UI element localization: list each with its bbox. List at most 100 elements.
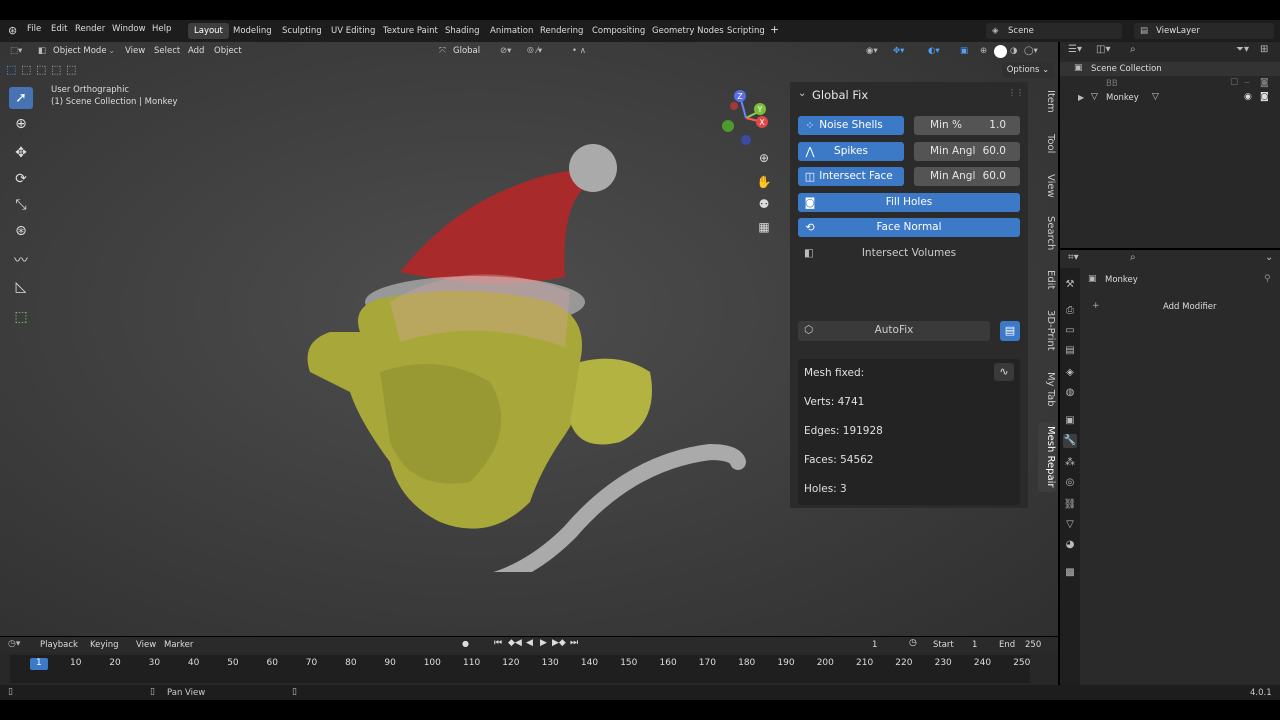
3d-viewport[interactable]: ⬚▾ ◧ Object Mode ⌄ View Select Add Objec… [0, 42, 1058, 636]
physics-tab-icon[interactable]: ◎ [1063, 476, 1077, 490]
render-tab-icon[interactable]: ⎙ [1063, 304, 1077, 318]
xray-icon[interactable]: ▣ [960, 46, 968, 56]
tab-geometry-nodes[interactable]: Geometry Nodes [646, 23, 730, 39]
autofix-button[interactable]: ⬡ AutoFix [798, 321, 990, 341]
jump-start-icon[interactable]: ⏮ [494, 638, 502, 648]
vtab-view[interactable]: View [1038, 174, 1056, 198]
shading-solid-icon[interactable] [994, 45, 1007, 58]
new-collection-icon[interactable]: ⊞ [1260, 44, 1268, 55]
overlays-icon[interactable]: ◐▾ [928, 46, 940, 56]
pivot-icon[interactable]: ⊘▾ [500, 46, 511, 56]
snap-icon[interactable]: ⦾ ⁄▾ [527, 46, 542, 56]
vtab-3d-print[interactable]: 3D-Print [1038, 310, 1056, 351]
face-normal-button[interactable]: ⟲ Face Normal [798, 218, 1020, 237]
eye-icon[interactable]: ◉ [1244, 92, 1252, 102]
vtab-tool[interactable]: Tool [1038, 134, 1056, 153]
collection-tab-icon[interactable]: ▣ [1063, 414, 1077, 428]
timeline-editor-icon[interactable]: ◷▾ [8, 639, 20, 649]
select-intersect-icon[interactable]: ⬚ [66, 63, 76, 76]
intersect-volumes-button[interactable]: ◧ Intersect Volumes [798, 244, 1020, 263]
notes-icon[interactable]: ▤ [1000, 321, 1020, 341]
zoom-icon[interactable]: ⊕ [753, 148, 775, 168]
properties-editor-icon[interactable]: ⌗▾ [1068, 252, 1079, 263]
play-reverse-icon[interactable]: ◀ [526, 638, 533, 648]
vtab-search[interactable]: Search [1038, 216, 1056, 250]
shading-wireframe-icon[interactable]: ⊕ [980, 46, 987, 56]
camera-icon[interactable]: ⚉ [753, 194, 775, 214]
playback-menu[interactable]: Playback [40, 640, 78, 650]
menu-object[interactable]: Object [214, 46, 242, 56]
tab-rendering[interactable]: Rendering [534, 23, 589, 39]
tab-compositing[interactable]: Compositing [586, 23, 651, 39]
intersect-angle-field[interactable]: Min Angl 60.0 [914, 167, 1020, 186]
menu-add[interactable]: Add [188, 46, 204, 56]
tab-sculpting[interactable]: Sculpting [276, 23, 328, 39]
orientation-dropdown[interactable]: Global [453, 46, 480, 56]
pan-hand-icon[interactable]: ✋ [753, 172, 775, 192]
proportional-edit-icon[interactable]: • ∧ [572, 46, 586, 56]
particles-tab-icon[interactable]: ⁂ [1063, 456, 1077, 470]
vtab-item[interactable]: Item [1038, 90, 1056, 113]
end-value-field[interactable]: 250 [1025, 640, 1041, 650]
timeline-track[interactable] [10, 655, 1030, 683]
spikes-angle-field[interactable]: Min Angl 60.0 [914, 142, 1020, 161]
editor-type-icon[interactable]: ⬚▾ [10, 46, 22, 56]
add-modifier-button[interactable]: + Add Modifier [1086, 300, 1274, 316]
shading-material-icon[interactable]: ◑ [1010, 46, 1017, 56]
search-icon[interactable]: ⌕ [1130, 44, 1136, 55]
select-box-icon[interactable]: ⬚ [6, 63, 16, 76]
navigation-gizmo[interactable]: Z Y X [718, 88, 774, 146]
add-workspace-icon[interactable]: + [770, 23, 779, 36]
monkey-model-illustration[interactable] [290, 102, 750, 572]
outliner-row-bb[interactable]: BB ☐ ⌣ ◙ [1060, 78, 1280, 92]
record-icon[interactable]: ● [462, 639, 469, 648]
material-tab-icon[interactable]: ◕ [1063, 538, 1077, 552]
cursor-tool-button[interactable]: ⊕ [9, 113, 33, 135]
noise-shells-button[interactable]: ⁘ Noise Shells [798, 116, 904, 135]
menu-help[interactable]: Help [152, 24, 171, 34]
options-dropdown[interactable]: Options ⌄ [1002, 62, 1054, 78]
shading-rendered-icon[interactable]: ◯▾ [1024, 46, 1038, 56]
filter-icon[interactable]: ⏷▾ [1236, 44, 1249, 55]
noise-min-field[interactable]: Min % 1.0 [914, 116, 1020, 135]
blender-logo-icon[interactable]: ⊛ [8, 24, 17, 37]
vtab-mesh-repair[interactable]: Mesh Repair [1038, 422, 1056, 492]
next-keyframe-icon[interactable]: ▶◆ [552, 638, 566, 648]
marker-menu[interactable]: Marker [164, 640, 193, 650]
menu-view[interactable]: View [125, 46, 145, 56]
annotate-tool-button[interactable]: 〰 [9, 250, 33, 272]
outliner-row-monkey[interactable]: ▶ ▽ Monkey ▽ ◉ ◙ [1060, 92, 1280, 106]
menu-edit[interactable]: Edit [51, 24, 67, 34]
measure-tool-button[interactable]: ◺ [9, 276, 33, 298]
transform-tool-button[interactable]: ⊛ [9, 220, 33, 242]
checkbox-icon[interactable]: ☐ [1230, 78, 1238, 88]
tab-scripting[interactable]: Scripting [721, 23, 771, 39]
texture-tab-icon[interactable]: ▩ [1063, 566, 1077, 580]
object-mode-dropdown[interactable]: Object Mode [53, 46, 107, 56]
collapse-chevron-icon[interactable]: ⌄ [798, 88, 806, 99]
scene-tab-icon[interactable]: ◈ [1063, 366, 1077, 380]
properties-chevron-icon[interactable]: ⌄ [1265, 252, 1273, 263]
select-tool-button[interactable]: ➚ [9, 87, 33, 109]
clock-icon[interactable]: ◷ [909, 638, 917, 648]
modifier-tab-icon[interactable]: 🔧 [1063, 434, 1077, 448]
menu-file[interactable]: File [27, 24, 41, 34]
drag-handle-icon[interactable]: ⋮⋮ [1008, 88, 1024, 97]
display-mode-icon[interactable]: ◫▾ [1096, 44, 1110, 55]
gizmo-toggle-icon[interactable]: ✥▾ [893, 46, 904, 56]
tab-animation[interactable]: Animation [484, 23, 539, 39]
expand-arrow-icon[interactable]: ▶ [1078, 93, 1084, 102]
move-tool-button[interactable]: ✥ [9, 142, 33, 164]
timeline-view-menu[interactable]: View [136, 640, 156, 650]
menu-render[interactable]: Render [75, 24, 105, 34]
tool-tab-icon[interactable]: ⚒ [1063, 278, 1077, 292]
view-layer-selector[interactable]: ▤ ViewLayer [1134, 23, 1274, 39]
visibility-icon[interactable]: ◉▾ [866, 46, 878, 56]
vtab-my-tab[interactable]: My Tab [1038, 372, 1056, 407]
prev-keyframe-icon[interactable]: ◆◀ [508, 638, 522, 648]
world-tab-icon[interactable]: ◍ [1063, 386, 1077, 400]
select-invert-icon[interactable]: ⬚ [51, 63, 61, 76]
tab-shading[interactable]: Shading [439, 23, 486, 39]
tab-uv-editing[interactable]: UV Editing [325, 23, 381, 39]
keying-menu[interactable]: Keying [90, 640, 119, 650]
